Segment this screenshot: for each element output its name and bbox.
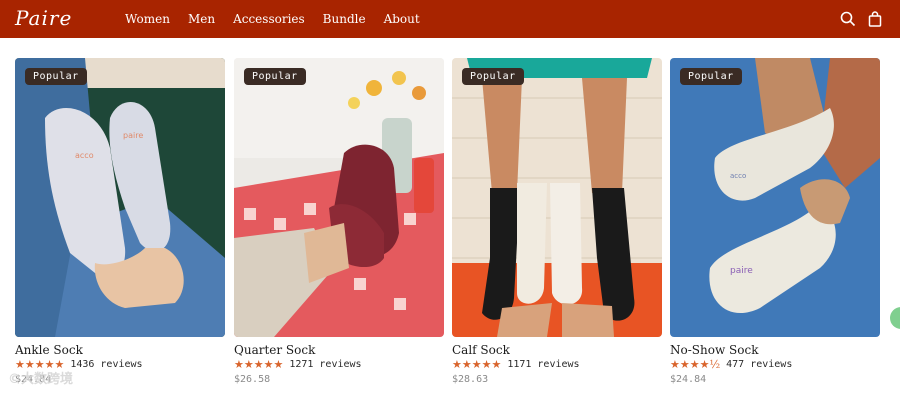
product-price: $24.84 [670,374,707,385]
product-image[interactable]: Popular [452,58,662,337]
product-price: $28.63 [452,374,489,385]
nav-women[interactable]: Women [125,12,170,26]
star-rating-icon: ★★★★★ [452,358,502,371]
bag-icon[interactable] [866,10,884,28]
popular-badge: Popular [244,68,306,85]
product-name[interactable]: No-Show Sock [670,343,758,357]
nav-accessories[interactable]: Accessories [233,12,305,26]
review-count[interactable]: 1171 reviews [507,359,579,370]
search-icon[interactable] [839,10,857,28]
product-rating: ★★★★★ 1171 reviews [452,358,580,371]
svg-text:acco: acco [75,151,94,160]
brand-logo[interactable]: Paire [15,6,72,30]
nav-bundle[interactable]: Bundle [323,12,366,26]
svg-text:paire: paire [123,131,143,140]
product-card-no-show-sock[interactable]: acco paire Popular No-Show Sock ★★★★½ 47… [670,58,880,385]
review-count[interactable]: 1271 reviews [289,359,361,370]
popular-badge: Popular [680,68,742,85]
watermark: ©大数跨境 [8,372,74,387]
product-name[interactable]: Ankle Sock [15,343,83,357]
review-count[interactable]: 477 reviews [726,359,792,370]
product-name[interactable]: Quarter Sock [234,343,315,357]
top-navigation-bar: Paire Women Men Accessories Bundle About [0,0,900,38]
product-card-quarter-sock[interactable]: Popular Quarter Sock ★★★★★ 1271 reviews … [234,58,444,385]
chat-widget-icon[interactable] [890,307,900,329]
product-card-calf-sock[interactable]: Popular Calf Sock ★★★★★ 1171 reviews $28… [452,58,662,385]
product-card-ankle-sock[interactable]: acco paire Popular Ankle Sock ★★★★★ 1436… [15,58,225,385]
product-price: $26.58 [234,374,271,385]
popular-badge: Popular [25,68,87,85]
product-name[interactable]: Calf Sock [452,343,510,357]
nav-about[interactable]: About [384,12,420,26]
product-image[interactable]: Popular [234,58,444,337]
star-rating-icon: ★★★★½ [670,358,721,371]
nav-men[interactable]: Men [188,12,215,26]
svg-text:paire: paire [730,266,753,276]
product-image[interactable]: acco paire Popular [670,58,880,337]
product-rating: ★★★★½ 477 reviews [670,358,792,371]
main-nav: Women Men Accessories Bundle About [125,12,438,26]
star-rating-icon: ★★★★★ [234,358,284,371]
product-rating: ★★★★★ 1271 reviews [234,358,362,371]
popular-badge: Popular [462,68,524,85]
svg-text:acco: acco [730,172,746,180]
product-image[interactable]: acco paire Popular [15,58,225,337]
